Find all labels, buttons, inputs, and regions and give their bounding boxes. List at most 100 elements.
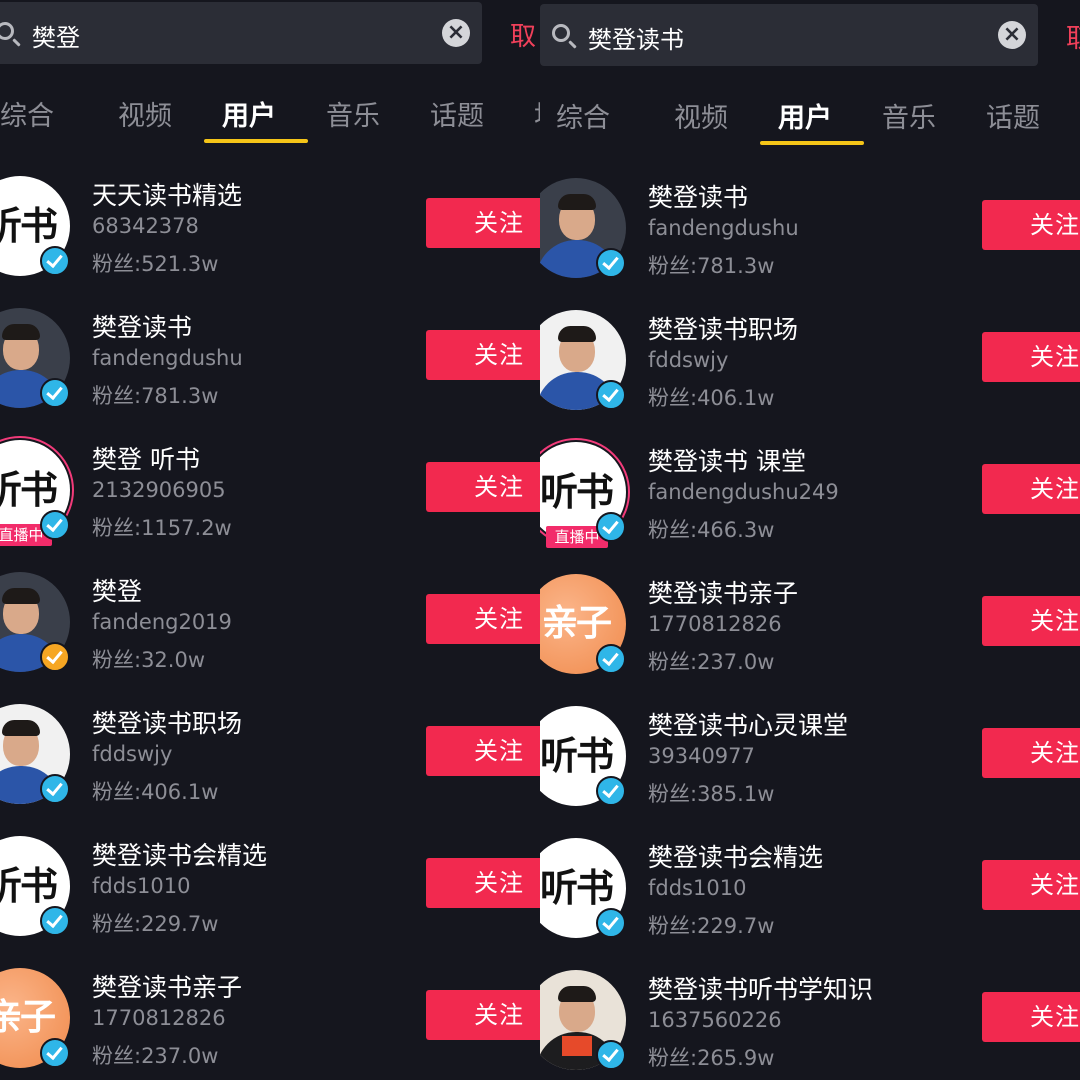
- search-results-panel-left: 樊登 × 取 综合视频用户音乐话题地 听书天天读书精选68342378粉丝:52…: [0, 0, 540, 1080]
- user-row[interactable]: 樊登读书 fandengdushu 粉丝:781.3w 关注: [540, 170, 1080, 302]
- follow-button[interactable]: 关注: [426, 198, 540, 248]
- search-input[interactable]: 樊登: [32, 18, 80, 53]
- follower-count: 粉丝:265.9w: [648, 1046, 775, 1070]
- verified-icon: [596, 380, 626, 410]
- user-row[interactable]: 樊登读书听书学知识 1637560226 粉丝:265.9w 关注: [540, 962, 1080, 1080]
- tab-3[interactable]: 音乐: [326, 94, 380, 133]
- search-bar[interactable]: 樊登读书 ×: [540, 4, 1038, 66]
- user-name: 樊登读书: [648, 183, 749, 212]
- follow-button[interactable]: 关注: [982, 728, 1080, 778]
- user-id: 68342378: [92, 214, 199, 238]
- tab-2[interactable]: 用户: [778, 96, 832, 135]
- tab-4[interactable]: 话题: [430, 94, 484, 133]
- user-row[interactable]: 听书 樊登读书会精选 fdds1010 粉丝:229.7w 关注: [540, 830, 1080, 962]
- user-row[interactable]: 樊登 fandeng2019 粉丝:32.0w 关注: [0, 564, 540, 696]
- follower-count: 粉丝:521.3w: [92, 252, 219, 276]
- user-row[interactable]: 亲子 樊登读书亲子 1770812826 粉丝:237.0w 关注: [540, 566, 1080, 698]
- user-row[interactable]: 听书 直播中 樊登 听书 2132906905 粉丝:1157.2w 关注: [0, 432, 540, 564]
- avatar-hair: [2, 720, 40, 736]
- avatar-hair: [2, 588, 40, 604]
- user-name: 樊登: [92, 577, 143, 606]
- user-row[interactable]: 樊登读书职场 fddswjy 粉丝:406.1w 关注: [0, 696, 540, 828]
- result-tabs: 综合视频用户音乐话题地: [540, 82, 1080, 146]
- user-id: fandengdushu: [648, 216, 799, 240]
- search-icon: [0, 22, 14, 40]
- user-row[interactable]: 听书 直播中 樊登读书 课堂 fandengdushu249 粉丝:466.3w 关注: [540, 434, 1080, 566]
- user-id: fdds1010: [92, 874, 191, 898]
- user-id: 39340977: [648, 744, 755, 768]
- search-icon: [552, 24, 570, 42]
- user-name: 樊登读书会精选: [648, 843, 824, 872]
- cancel-button[interactable]: 取: [1066, 18, 1080, 55]
- user-name: 樊登读书亲子: [648, 579, 799, 608]
- avatar-hair: [558, 326, 596, 342]
- verified-icon: [40, 1038, 70, 1068]
- search-bar[interactable]: 樊登 ×: [0, 2, 482, 64]
- tab-0[interactable]: 综合: [0, 94, 54, 133]
- user-id: fddswjy: [648, 348, 729, 372]
- follower-count: 粉丝:385.1w: [648, 782, 775, 806]
- follow-button[interactable]: 关注: [982, 200, 1080, 250]
- user-id: fddswjy: [92, 742, 173, 766]
- user-id: 1770812826: [648, 612, 782, 636]
- follow-button[interactable]: 关注: [426, 726, 540, 776]
- user-name: 天天读书精选: [92, 181, 243, 210]
- user-name: 樊登读书会精选: [92, 841, 268, 870]
- tab-0[interactable]: 综合: [556, 96, 610, 135]
- follow-button[interactable]: 关注: [982, 596, 1080, 646]
- follower-count: 粉丝:406.1w: [92, 780, 219, 804]
- clear-icon[interactable]: ×: [442, 19, 470, 47]
- verified-icon: [40, 774, 70, 804]
- user-row[interactable]: 听书 樊登读书心灵课堂 39340977 粉丝:385.1w 关注: [540, 698, 1080, 830]
- follow-button[interactable]: 关注: [426, 858, 540, 908]
- follower-count: 粉丝:32.0w: [92, 648, 206, 672]
- follow-button[interactable]: 关注: [982, 992, 1080, 1042]
- user-id: fdds1010: [648, 876, 747, 900]
- follow-button[interactable]: 关注: [982, 464, 1080, 514]
- verified-icon: [596, 908, 626, 938]
- verified-icon: [596, 512, 626, 542]
- follow-button[interactable]: 关注: [426, 462, 540, 512]
- tab-1[interactable]: 视频: [118, 94, 172, 133]
- verified-icon: [40, 642, 70, 672]
- tab-1[interactable]: 视频: [674, 96, 728, 135]
- verified-icon: [40, 510, 70, 540]
- avatar-hair: [558, 986, 596, 1002]
- verified-icon: [596, 248, 626, 278]
- search-input[interactable]: 樊登读书: [588, 20, 684, 55]
- cancel-button[interactable]: 取: [510, 16, 536, 53]
- follower-count: 粉丝:229.7w: [648, 914, 775, 938]
- tab-2[interactable]: 用户: [222, 94, 276, 133]
- active-tab-indicator: [204, 139, 308, 143]
- tab-4[interactable]: 话题: [986, 96, 1040, 135]
- user-id: 1770812826: [92, 1006, 226, 1030]
- user-name: 樊登 听书: [92, 445, 200, 474]
- clear-icon[interactable]: ×: [998, 21, 1026, 49]
- follow-button[interactable]: 关注: [982, 332, 1080, 382]
- follower-count: 粉丝:237.0w: [92, 1044, 219, 1068]
- follower-count: 粉丝:781.3w: [92, 384, 219, 408]
- user-id: 1637560226: [648, 1008, 782, 1032]
- panel-inner: 樊登读书 × 取 综合视频用户音乐话题地 樊登读书fandengdushu粉丝:…: [540, 2, 1080, 1080]
- user-row[interactable]: 樊登读书 fandengdushu 粉丝:781.3w 关注: [0, 300, 540, 432]
- verified-icon: [596, 776, 626, 806]
- user-id: fandengdushu249: [648, 480, 839, 504]
- tab-3[interactable]: 音乐: [882, 96, 936, 135]
- user-row[interactable]: 亲子 樊登读书亲子 1770812826 粉丝:237.0w 关注: [0, 960, 540, 1080]
- avatar-hair: [558, 194, 596, 210]
- search-results-panel-right: 樊登读书 × 取 综合视频用户音乐话题地 樊登读书fandengdushu粉丝:…: [540, 0, 1080, 1080]
- active-tab-indicator: [760, 141, 864, 145]
- avatar-hair: [2, 324, 40, 340]
- follower-count: 粉丝:1157.2w: [92, 516, 232, 540]
- panel-inner: 樊登 × 取 综合视频用户音乐话题地 听书天天读书精选68342378粉丝:52…: [0, 0, 540, 1080]
- follow-button[interactable]: 关注: [982, 860, 1080, 910]
- verified-icon: [40, 378, 70, 408]
- user-row[interactable]: 听书 天天读书精选 68342378 粉丝:521.3w 关注: [0, 168, 540, 300]
- follower-count: 粉丝:237.0w: [648, 650, 775, 674]
- follow-button[interactable]: 关注: [426, 594, 540, 644]
- avatar-book: [562, 1036, 592, 1056]
- user-row[interactable]: 樊登读书职场 fddswjy 粉丝:406.1w 关注: [540, 302, 1080, 434]
- user-row[interactable]: 听书 樊登读书会精选 fdds1010 粉丝:229.7w 关注: [0, 828, 540, 960]
- follow-button[interactable]: 关注: [426, 990, 540, 1040]
- follow-button[interactable]: 关注: [426, 330, 540, 380]
